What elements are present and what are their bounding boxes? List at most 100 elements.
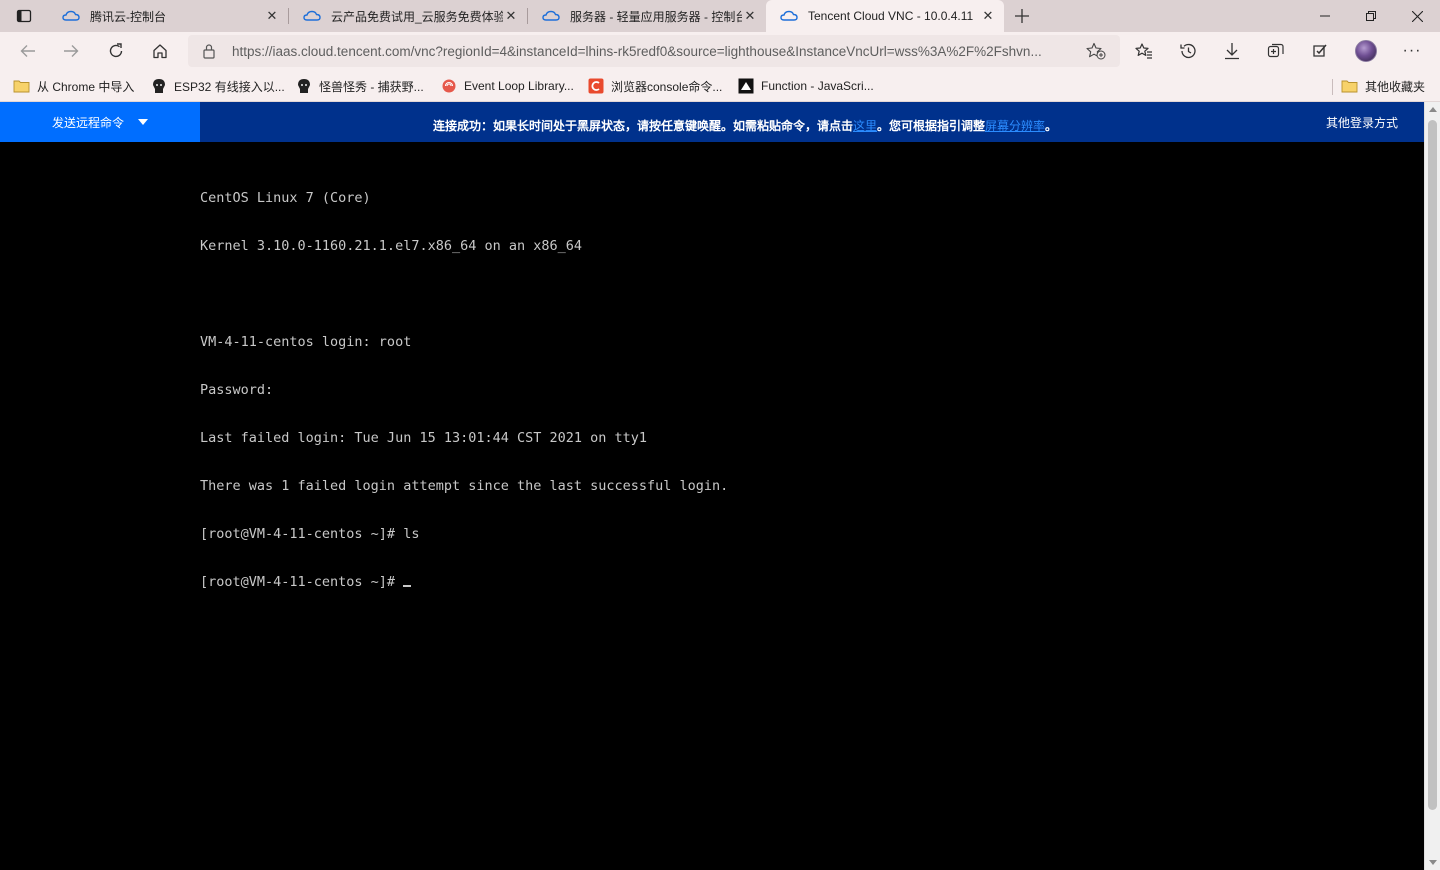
- url-text[interactable]: https://iaas.cloud.tencent.com/vnc?regio…: [232, 44, 1072, 59]
- tab-actions-icon: [16, 9, 32, 23]
- bookmark-label: 怪兽怪秀 - 捕获野...: [319, 79, 424, 94]
- bookmark-import-chrome[interactable]: 从 Chrome 中导入: [13, 76, 134, 96]
- close-icon: [1411, 10, 1423, 22]
- bookmarks-divider: [1332, 79, 1333, 95]
- favorites-button[interactable]: [1129, 37, 1159, 65]
- bookmark-other-favorites[interactable]: 其他收藏夹: [1341, 76, 1425, 96]
- tab-free-trial[interactable]: 云产品免费试用_云服务免费体验 ✕: [289, 0, 527, 32]
- terminal-line: VM-4-11-centos login: root: [200, 334, 412, 350]
- folder-icon: [13, 80, 30, 93]
- tab-title: 云产品免费试用_云服务免费体验: [331, 9, 503, 24]
- history-icon: [1180, 43, 1196, 59]
- bookmark-monster[interactable]: 怪兽怪秀 - 捕获野...: [296, 76, 424, 96]
- bookmark-console[interactable]: 浏览器console命令...: [588, 76, 722, 96]
- bookmarks-bar: 从 Chrome 中导入 ESP32 有线接入以... 怪兽怪秀 - 捕获野..…: [0, 70, 1440, 102]
- vnc-terminal-screen[interactable]: CentOS Linux 7 (Core) Kernel 3.10.0-1160…: [0, 142, 1424, 870]
- home-button[interactable]: [145, 37, 175, 65]
- notice-text-1: 连接成功：如果长时间处于黑屏状态，请按任意键唤醒。如需粘贴命令，请点击: [432, 118, 853, 133]
- notice-text-2: 。您可根据指引调整: [876, 118, 985, 133]
- connection-notice: 连接成功：如果长时间处于黑屏状态，请按任意键唤醒。如需粘贴命令，请点击 这里 。您可…: [200, 102, 1290, 142]
- hacker-icon: [298, 79, 310, 93]
- scroll-down-arrow-icon[interactable]: [1429, 860, 1437, 865]
- terminal-line: Last failed login: Tue Jun 15 13:01:44 C…: [200, 430, 648, 446]
- csdn-icon: [588, 78, 604, 94]
- collections-button[interactable]: [1261, 37, 1291, 65]
- close-icon[interactable]: ✕: [980, 8, 996, 24]
- extensions-button[interactable]: [1305, 37, 1335, 65]
- profile-avatar[interactable]: [1355, 40, 1377, 62]
- bookmark-label: Event Loop Library...: [464, 79, 574, 93]
- terminal-prompt-line: [root@VM-4-11-centos ~]#: [200, 574, 728, 590]
- tencent-cloud-icon: [542, 10, 560, 21]
- tab-lighthouse[interactable]: 服务器 - 轻量应用服务器 - 控制台 ✕: [528, 0, 766, 32]
- minimize-button[interactable]: [1302, 0, 1348, 32]
- close-icon[interactable]: ✕: [503, 8, 519, 24]
- back-arrow-icon: [20, 45, 35, 57]
- tencent-cloud-icon: [62, 10, 80, 21]
- navigation-bar: https://iaas.cloud.tencent.com/vnc?regio…: [0, 32, 1440, 70]
- add-favorite-icon[interactable]: [1086, 42, 1106, 60]
- tab-vnc[interactable]: Tencent Cloud VNC - 10.0.4.11 ✕: [766, 0, 1004, 32]
- terminal-line: [root@VM-4-11-centos ~]# ls: [200, 526, 420, 542]
- page-scrollbar[interactable]: [1424, 102, 1440, 870]
- bookmark-function-js[interactable]: Function - JavaScri...: [738, 76, 874, 96]
- plus-icon: [1015, 9, 1029, 23]
- restore-button[interactable]: [1348, 0, 1394, 32]
- bookmark-label: 从 Chrome 中导入: [37, 79, 135, 94]
- minimize-icon: [1320, 15, 1330, 17]
- history-button[interactable]: [1173, 37, 1203, 65]
- tencent-cloud-icon: [303, 10, 321, 21]
- favorites-icon: [1135, 43, 1152, 59]
- close-icon[interactable]: ✕: [264, 8, 280, 24]
- scroll-up-arrow-icon[interactable]: [1429, 107, 1437, 112]
- terminal-line: There was 1 failed login attempt since t…: [200, 478, 729, 494]
- bookmark-label: 浏览器console命令...: [611, 79, 723, 94]
- collections-icon: [1267, 43, 1284, 58]
- tencent-cloud-icon: [780, 10, 798, 21]
- vnc-toolbar: 发送远程命令 连接成功：如果长时间处于黑屏状态，请按任意键唤醒。如需粘贴命令，请…: [0, 102, 1424, 142]
- new-tab-button[interactable]: [1010, 4, 1034, 28]
- close-window-button[interactable]: [1394, 0, 1440, 32]
- bookmark-esp32[interactable]: ESP32 有线接入以...: [151, 76, 285, 96]
- tab-strip: 腾讯云-控制台 ✕ 云产品免费试用_云服务免费体验 ✕ 服务器 - 轻量应用服务…: [0, 0, 1440, 32]
- tab-console[interactable]: 腾讯云-控制台 ✕: [48, 0, 288, 32]
- hacker-icon: [153, 79, 165, 93]
- notice-text-3: 。: [1045, 118, 1058, 133]
- chevron-down-icon: [138, 119, 148, 125]
- lib-icon: [442, 79, 456, 93]
- refresh-icon: [109, 43, 123, 58]
- lock-icon[interactable]: [202, 43, 216, 59]
- folder-icon: [1341, 80, 1358, 93]
- send-remote-command-button[interactable]: 发送远程命令: [0, 102, 200, 142]
- terminal-cursor: [403, 585, 412, 587]
- tab-title: 服务器 - 轻量应用服务器 - 控制台: [570, 9, 742, 24]
- downloads-button[interactable]: [1217, 37, 1247, 65]
- refresh-button[interactable]: [101, 37, 131, 65]
- bookmark-label: Function - JavaScri...: [761, 79, 874, 93]
- tab-actions-button[interactable]: [8, 5, 40, 27]
- bookmark-event-loop[interactable]: Event Loop Library...: [441, 76, 574, 96]
- scrollbar-thumb[interactable]: [1428, 120, 1437, 810]
- other-login-methods-link[interactable]: 其他登录方式: [1326, 114, 1398, 131]
- back-button[interactable]: [13, 37, 43, 65]
- download-icon: [1225, 43, 1239, 60]
- more-icon: ···: [1402, 42, 1422, 59]
- bookmark-label: 其他收藏夹: [1365, 79, 1426, 94]
- settings-more-button[interactable]: ···: [1397, 37, 1427, 65]
- send-command-label: 发送远程命令: [51, 115, 124, 130]
- address-bar[interactable]: https://iaas.cloud.tencent.com/vnc?regio…: [188, 35, 1120, 67]
- terminal-line: Kernel 3.10.0-1160.21.1.el7.x86_64 on an…: [200, 238, 583, 254]
- terminal-line: Password:: [200, 382, 274, 398]
- close-icon[interactable]: ✕: [742, 8, 758, 24]
- restore-icon: [1366, 11, 1376, 21]
- screen-resolution-link[interactable]: 屏幕分辨率: [985, 117, 1045, 134]
- terminal-output: CentOS Linux 7 (Core) Kernel 3.10.0-1160…: [200, 158, 728, 622]
- tab-title: Tencent Cloud VNC - 10.0.4.11: [808, 9, 974, 23]
- mdn-icon: [738, 78, 754, 94]
- forward-button[interactable]: [56, 37, 86, 65]
- extension-icon: [1313, 44, 1327, 57]
- tab-title: 腾讯云-控制台: [90, 9, 166, 24]
- paste-command-link[interactable]: 这里: [853, 117, 877, 134]
- home-icon: [153, 44, 167, 59]
